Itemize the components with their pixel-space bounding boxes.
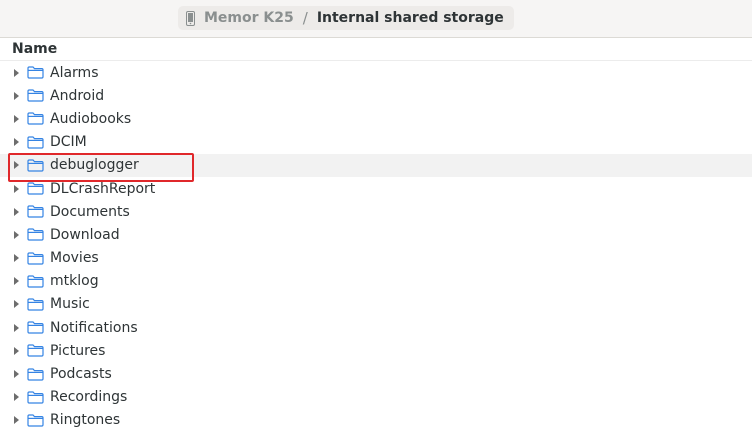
column-header-name[interactable]: Name [0, 38, 752, 61]
breadcrumb-separator: / [302, 9, 308, 27]
folder-icon [27, 251, 44, 265]
list-item[interactable]: Audiobooks [0, 107, 752, 130]
expand-arrow-icon[interactable] [14, 393, 19, 402]
folder-icon [27, 136, 44, 149]
folder-icon [27, 298, 44, 311]
expand-arrow-icon[interactable] [14, 370, 19, 379]
expand-arrow-icon[interactable] [14, 300, 19, 309]
list-item-label: Podcasts [50, 366, 112, 383]
list-item[interactable]: Alarms [0, 61, 752, 84]
list-item-label: DCIM [50, 134, 87, 151]
list-item[interactable]: Podcasts [0, 362, 752, 385]
list-item-label: Android [50, 87, 105, 104]
folder-icon [27, 275, 44, 288]
list-item-label: debuglogger [50, 157, 139, 174]
list-item-label: Ringtones [50, 412, 121, 429]
expand-arrow-icon[interactable] [14, 207, 19, 216]
expand-arrow-icon[interactable] [14, 277, 19, 286]
expand-arrow-icon[interactable] [14, 68, 19, 77]
list-item-label: Notifications [50, 319, 138, 336]
list-item-label: DLCrashReport [50, 180, 156, 197]
list-item-label: Music [50, 296, 90, 313]
file-list: Name Alarms Android Audiobooks DCIM debuglog… [0, 38, 752, 433]
list-item[interactable]: debuglogger [0, 153, 752, 177]
list-item-label: mtklog [50, 273, 99, 290]
list-item-label: Recordings [50, 389, 128, 406]
list-item-label: Alarms [50, 64, 99, 81]
list-item-label: Audiobooks [50, 110, 132, 127]
title-bar: Memor K25 / Internal shared storage [0, 0, 752, 38]
list-item[interactable]: Ringtones [0, 409, 752, 432]
list-item[interactable]: Download [0, 223, 752, 246]
expand-arrow-icon[interactable] [14, 230, 19, 239]
breadcrumb-location[interactable]: Internal shared storage [317, 10, 504, 26]
expand-arrow-icon[interactable] [14, 323, 19, 332]
folder-icon [27, 367, 44, 381]
list-item-label: Pictures [50, 342, 106, 359]
folder-icon [27, 205, 44, 218]
list-item-label: Movies [50, 250, 99, 267]
list-item[interactable]: Documents [0, 200, 752, 223]
folder-icon [27, 414, 44, 427]
list-item[interactable]: Pictures [0, 339, 752, 362]
folder-icon [27, 228, 44, 242]
expand-arrow-icon[interactable] [14, 254, 19, 263]
folder-icon [27, 66, 44, 79]
list-item-label: Download [50, 226, 120, 243]
expand-arrow-icon[interactable] [14, 416, 19, 425]
phone-icon [186, 10, 195, 26]
folder-icon [27, 89, 44, 102]
list-item[interactable]: Android [0, 84, 752, 107]
folder-icon [27, 391, 44, 404]
breadcrumb-device[interactable]: Memor K25 [204, 10, 294, 26]
folder-icon [27, 321, 44, 334]
list-item[interactable]: Notifications [0, 316, 752, 339]
expand-arrow-icon[interactable] [14, 184, 19, 193]
folder-icon [27, 344, 44, 357]
breadcrumb: Memor K25 / Internal shared storage [178, 6, 514, 30]
list-item[interactable]: mtklog [0, 270, 752, 293]
list-item[interactable]: Recordings [0, 386, 752, 409]
expand-arrow-icon[interactable] [14, 138, 19, 147]
folder-icon [27, 112, 44, 126]
list-item-label: Documents [50, 203, 130, 220]
list-item[interactable]: DLCrashReport [0, 177, 752, 200]
expand-arrow-icon[interactable] [14, 161, 19, 170]
folder-icon [27, 159, 44, 172]
list-item[interactable]: Music [0, 293, 752, 316]
expand-arrow-icon[interactable] [14, 91, 19, 100]
expand-arrow-icon[interactable] [14, 114, 19, 123]
folder-icon [27, 182, 44, 195]
list-item[interactable]: DCIM [0, 131, 752, 154]
expand-arrow-icon[interactable] [14, 346, 19, 355]
list-item[interactable]: Movies [0, 247, 752, 270]
